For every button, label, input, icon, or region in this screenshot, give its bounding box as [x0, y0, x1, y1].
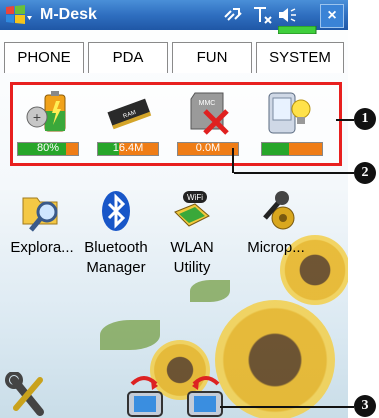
storage-level-label: 0.0M — [195, 142, 221, 154]
signal-icon[interactable] — [252, 5, 274, 25]
title-bar: M-Desk × — [0, 0, 348, 35]
battery-icon[interactable]: + — [23, 89, 75, 137]
storage-level-bar: 0.0M — [177, 142, 239, 156]
app-bluetooth-manager[interactable]: Bluetooth Manager — [76, 188, 156, 278]
callout-line-1 — [336, 119, 354, 121]
backlight-icon[interactable] — [265, 89, 317, 137]
bluetooth-icon — [93, 188, 139, 234]
svg-text:WiFi: WiFi — [187, 193, 203, 202]
svg-text:MMC: MMC — [199, 100, 216, 107]
microphone-icon — [253, 188, 299, 234]
explorer-icon — [19, 188, 65, 234]
mmc-card-icon[interactable]: MMC — [183, 89, 235, 137]
callout-3: 3 — [354, 395, 376, 417]
app-title: M-Desk — [40, 6, 97, 23]
battery-level-label: 80% — [36, 142, 60, 154]
memory-level-bar: 16.4M — [97, 142, 159, 156]
backlight-level-fill — [262, 143, 289, 155]
close-button[interactable]: × — [320, 4, 344, 28]
app-label: Explora... — [10, 239, 74, 256]
connectivity-icon[interactable] — [222, 5, 244, 25]
screen: M-Desk × PHONE PDA FUN SYSTEM + 80% RAM … — [0, 0, 348, 418]
sunflower-decoration — [215, 300, 335, 418]
rotate-right-icon[interactable] — [124, 370, 166, 418]
tab-phone[interactable]: PHONE — [4, 42, 84, 73]
memory-level-label: 16.4M — [112, 142, 144, 154]
memory-chip-icon[interactable]: RAM — [103, 89, 155, 137]
app-explorer[interactable]: Explora... — [2, 188, 82, 258]
leaf-decoration — [100, 320, 160, 350]
backlight-level-bar — [261, 142, 323, 156]
rotate-left-icon[interactable] — [184, 370, 226, 418]
battery-status-icon[interactable] — [277, 21, 318, 41]
leaf-decoration — [190, 280, 230, 302]
settings-wrench-icon[interactable] — [4, 371, 52, 418]
battery-level-bar: 80% — [17, 142, 79, 156]
tab-pda[interactable]: PDA — [88, 42, 168, 73]
callout-line-3 — [220, 406, 354, 408]
callout-1: 1 — [354, 108, 376, 130]
app-label: WLAN Utility — [170, 239, 214, 276]
app-label: Microp... — [247, 239, 305, 256]
tab-bar: PHONE PDA FUN SYSTEM — [4, 42, 344, 73]
system-status-panel: + 80% RAM 16.4M MMC 0.0M — [10, 82, 342, 166]
wlan-icon: WiFi — [169, 188, 215, 234]
callout-leader-2 — [232, 148, 234, 173]
svg-text:+: + — [33, 109, 41, 125]
tab-system[interactable]: SYSTEM — [256, 42, 344, 73]
callout-2: 2 — [354, 162, 376, 184]
tab-fun[interactable]: FUN — [172, 42, 252, 73]
windows-start-icon[interactable] — [3, 3, 33, 27]
app-label: Bluetooth Manager — [84, 239, 148, 276]
app-wlan-utility[interactable]: WiFi WLAN Utility — [152, 188, 232, 278]
app-microphone[interactable]: Microp... — [236, 188, 316, 258]
callout-line-2 — [234, 172, 354, 174]
